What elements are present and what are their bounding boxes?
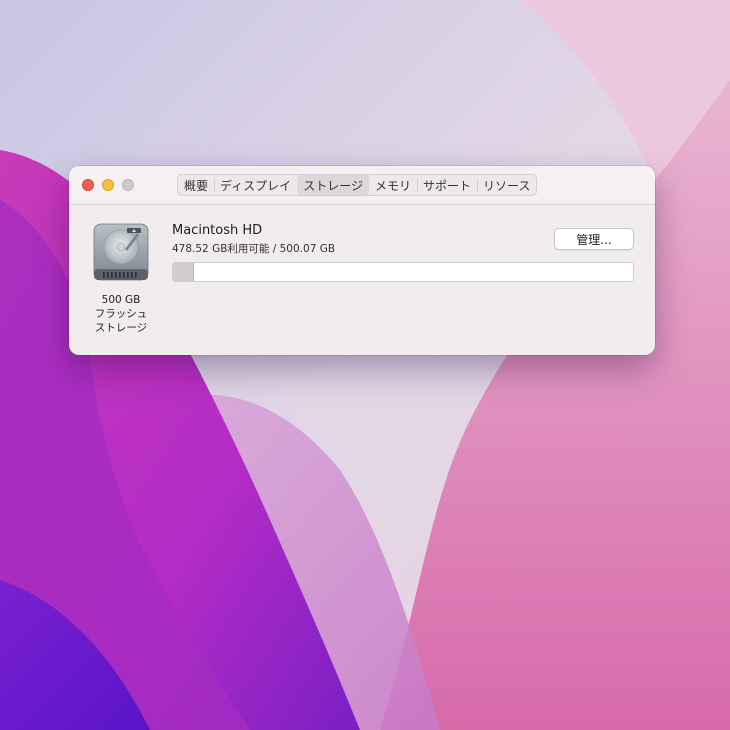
storage-usage-fill <box>173 263 194 281</box>
disk-type-line2: ストレージ <box>94 322 148 334</box>
disk-caption: 500 GB フラッシュ ストレージ <box>81 293 161 335</box>
storage-usage-bar <box>172 262 634 282</box>
manage-button[interactable]: 管理... <box>554 228 634 250</box>
desktop: 概要 ディスプレイ ストレージ メモリ サポート リソース 500 GB フラッ… <box>0 0 730 730</box>
tab-storage[interactable]: ストレージ <box>297 175 369 195</box>
hard-drive-icon <box>93 223 149 281</box>
minimize-button[interactable] <box>102 179 114 191</box>
disk-type-line1: フラッシュ <box>94 308 148 320</box>
volume-name: Macintosh HD <box>172 223 263 238</box>
close-button[interactable] <box>82 179 94 191</box>
tab-resources[interactable]: リソース <box>476 175 536 195</box>
zoom-button[interactable] <box>122 179 134 191</box>
tab-memory[interactable]: メモリ <box>369 175 417 195</box>
tab-overview[interactable]: 概要 <box>178 175 214 195</box>
window-titlebar[interactable]: 概要 ディスプレイ ストレージ メモリ サポート リソース <box>69 166 655 205</box>
disk-capacity: 500 GB <box>101 294 141 306</box>
volume-availability: 478.52 GB利用可能 / 500.07 GB <box>172 243 336 255</box>
about-this-mac-window: 概要 ディスプレイ ストレージ メモリ サポート リソース 500 GB フラッ… <box>69 166 655 355</box>
tab-bar: 概要 ディスプレイ ストレージ メモリ サポート リソース <box>177 174 538 196</box>
storage-pane: 500 GB フラッシュ ストレージ Macintosh HD 478.52 G… <box>69 205 655 355</box>
tab-displays[interactable]: ディスプレイ <box>214 175 297 195</box>
wallpaper <box>0 0 730 730</box>
tab-support[interactable]: サポート <box>416 175 477 195</box>
